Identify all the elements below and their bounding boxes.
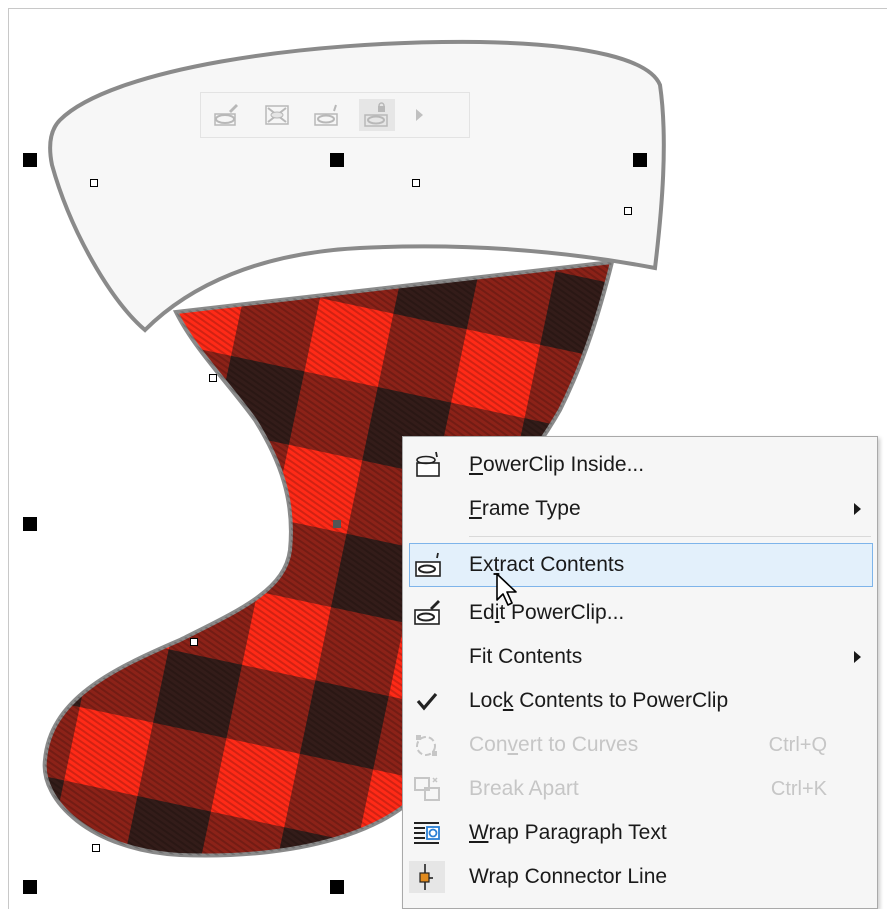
convert-to-curves-icon xyxy=(409,729,445,761)
menu-shortcut: Ctrl+Q xyxy=(768,734,827,756)
menu-item-label: Wrap Connector Line xyxy=(469,865,668,888)
extract-contents-icon xyxy=(410,549,446,581)
submenu-arrow-icon xyxy=(854,503,861,515)
menu-item-frame-type[interactable]: Frame Type xyxy=(403,487,877,531)
selection-handle-top-center[interactable] xyxy=(330,153,344,167)
menu-item-label: owerClip Inside... xyxy=(483,453,645,476)
menu-item-fit-contents[interactable]: Fit Contents xyxy=(403,635,877,679)
menu-item-label: Loc xyxy=(469,689,503,712)
drawing-canvas[interactable]: PowerClip Inside... Frame Type Extract C… xyxy=(0,0,887,909)
wrap-connector-line-icon xyxy=(409,861,445,893)
selection-handle-bottom-left[interactable] xyxy=(23,880,37,894)
curve-node[interactable] xyxy=(209,374,217,382)
powerclip-inside-icon xyxy=(409,449,445,481)
curve-node[interactable] xyxy=(624,207,632,215)
menu-item-label: rap Paragraph Text xyxy=(488,821,667,844)
menu-item-label: Con xyxy=(469,733,508,756)
menu-item-edit-powerclip[interactable]: Edit PowerClip... xyxy=(403,591,877,635)
selection-handle-top-right[interactable] xyxy=(633,153,647,167)
menu-mnemonic: v xyxy=(507,733,519,756)
curve-node[interactable] xyxy=(90,179,98,187)
menu-mnemonic: F xyxy=(469,497,482,520)
menu-item-powerclip-inside[interactable]: PowerClip Inside... xyxy=(403,443,877,487)
edit-powerclip-icon xyxy=(409,597,445,629)
wrap-paragraph-text-icon xyxy=(409,817,445,849)
extract-contents-icon[interactable] xyxy=(309,99,345,131)
menu-item-break-apart: Break Apart Ctrl+K xyxy=(403,767,877,811)
curve-node[interactable] xyxy=(190,638,198,646)
menu-item-label: t PowerClip... xyxy=(499,601,625,624)
curve-node[interactable] xyxy=(412,179,420,187)
submenu-arrow-icon xyxy=(854,651,861,663)
context-menu: PowerClip Inside... Frame Type Extract C… xyxy=(402,436,878,909)
menu-separator xyxy=(469,536,871,537)
powerclip-floating-toolbar xyxy=(200,92,470,138)
menu-item-wrap-connector-line[interactable]: Wrap Connector Line xyxy=(403,855,877,899)
menu-item-convert-to-curves: Convert to Curves Ctrl+Q xyxy=(403,723,877,767)
menu-mnemonic: k xyxy=(502,689,514,712)
menu-item-label: Ed xyxy=(469,601,495,624)
center-marker[interactable] xyxy=(333,520,341,528)
selection-handle-top-left[interactable] xyxy=(23,153,37,167)
menu-mnemonic: W xyxy=(469,821,489,844)
checkmark-icon xyxy=(409,685,445,717)
menu-item-label: Contents to PowerClip xyxy=(513,689,729,712)
lock-contents-icon[interactable] xyxy=(359,99,395,131)
menu-item-lock-contents[interactable]: Lock Contents to PowerClip xyxy=(403,679,877,723)
menu-item-wrap-paragraph-text[interactable]: Wrap Paragraph Text xyxy=(403,811,877,855)
menu-item-label: ert to Curves xyxy=(518,733,639,756)
menu-item-label: Fit Contents xyxy=(469,645,583,668)
menu-item-label: rame Type xyxy=(481,497,581,520)
more-arrow-icon[interactable] xyxy=(409,99,429,131)
menu-item-extract-contents[interactable]: Extract Contents xyxy=(409,543,873,587)
select-contents-icon[interactable] xyxy=(259,99,295,131)
menu-shortcut: Ctrl+K xyxy=(770,778,827,800)
menu-item-label: Break Apart xyxy=(469,777,579,800)
menu-item-label: Ex xyxy=(469,553,494,576)
selection-handle-middle-left[interactable] xyxy=(23,517,37,531)
break-apart-icon xyxy=(409,773,445,805)
edit-powerclip-icon[interactable] xyxy=(209,99,245,131)
menu-mnemonic: P xyxy=(469,453,484,476)
selection-handle-bottom-center[interactable] xyxy=(330,880,344,894)
curve-node[interactable] xyxy=(92,844,100,852)
